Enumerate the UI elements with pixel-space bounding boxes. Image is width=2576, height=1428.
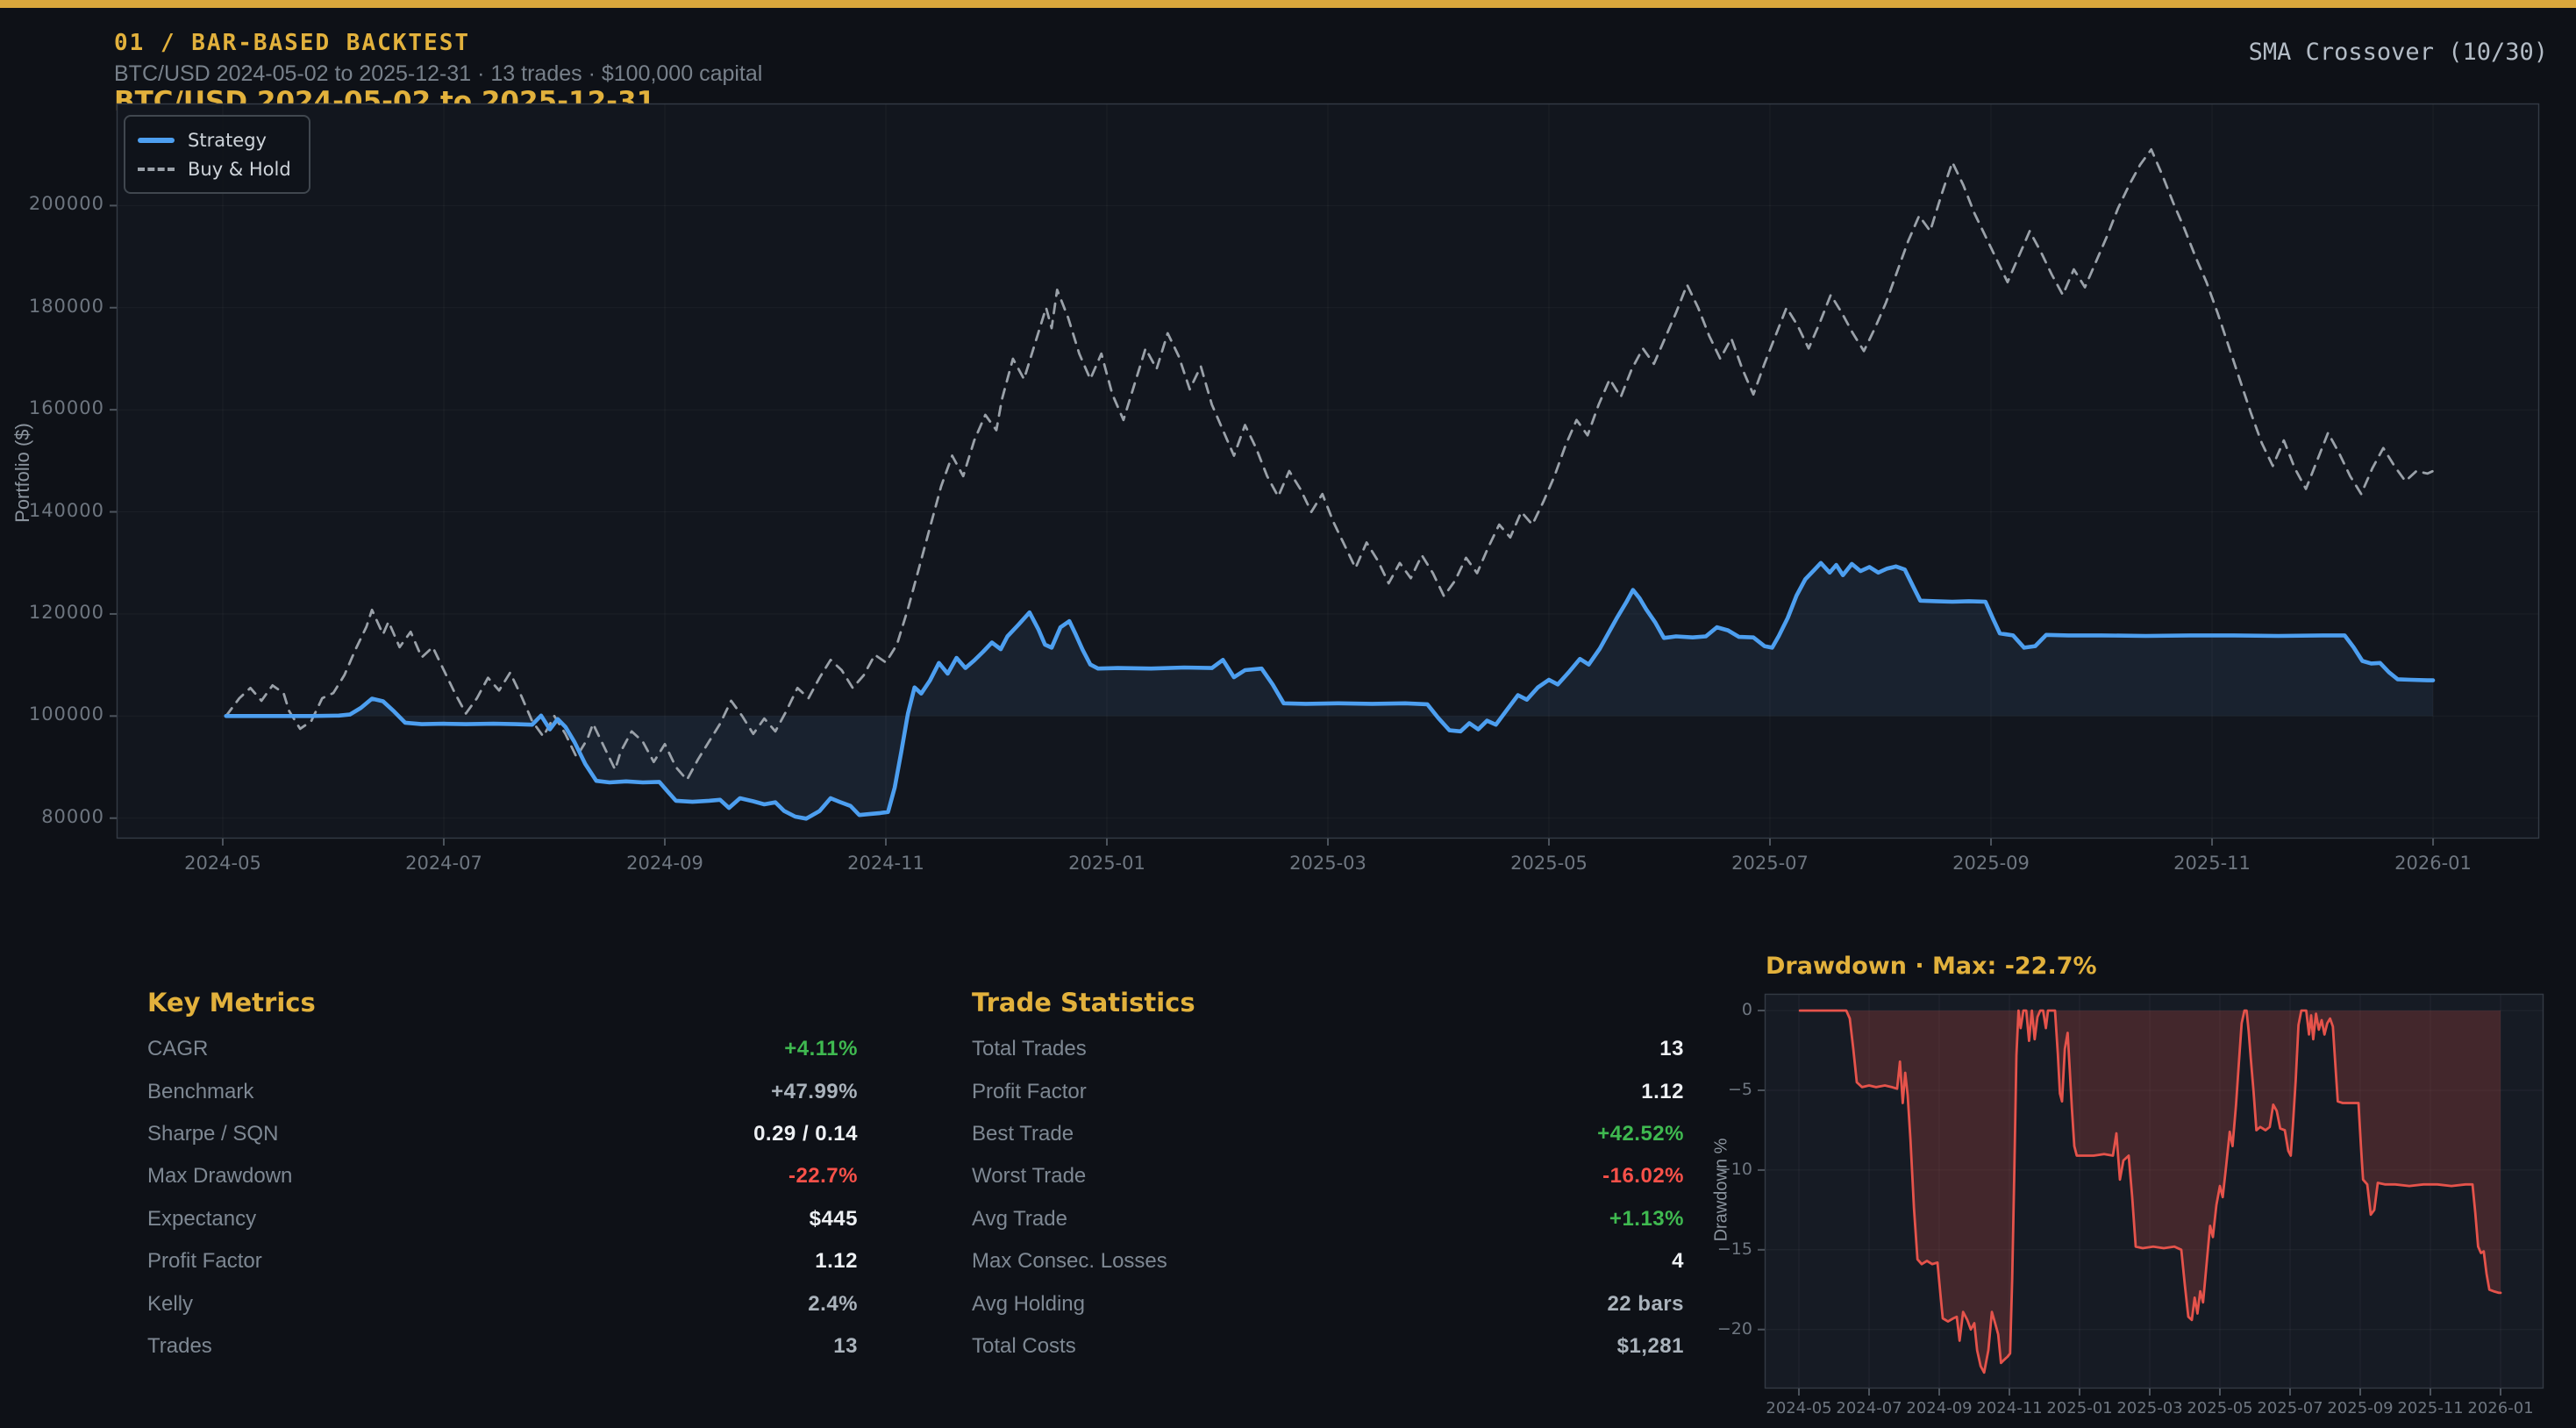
equity-y-tick-label: 100000 <box>8 703 104 725</box>
metric-label: Max Drawdown <box>147 1164 292 1189</box>
metric-row: Avg Holding 22 bars <box>972 1282 1684 1324</box>
buyhold-line-swatch <box>138 168 175 171</box>
metric-value: 4 <box>1672 1249 1684 1274</box>
drawdown-y-tick-label: −10 <box>1691 1160 1752 1179</box>
drawdown-chart-title: Drawdown · Max: -22.7% <box>1766 953 2097 980</box>
drawdown-y-tick-label: −15 <box>1691 1239 1752 1259</box>
equity-x-tick-label: 2024-07 <box>382 853 505 874</box>
metric-value: -16.02% <box>1602 1164 1684 1189</box>
equity-x-tick-label: 2025-03 <box>1267 853 1389 874</box>
metric-row: Profit Factor 1.12 <box>147 1240 858 1282</box>
equity-x-tick-label: 2026-01 <box>2372 853 2494 874</box>
metric-value: +4.11% <box>784 1037 858 1061</box>
metric-value: 13 <box>833 1334 858 1359</box>
metric-value: 22 bars <box>1607 1292 1684 1317</box>
equity-y-tick-label: 160000 <box>8 397 104 418</box>
metric-row: Max Drawdown -22.7% <box>147 1155 858 1197</box>
metric-value: 1.12 <box>1641 1080 1684 1104</box>
metric-row: Total Costs $1,281 <box>972 1325 1684 1367</box>
equity-chart <box>117 104 2539 839</box>
equity-x-tick-label: 2025-09 <box>1930 853 2052 874</box>
metric-label: CAGR <box>147 1037 208 1061</box>
metric-row: CAGR +4.11% <box>147 1028 858 1070</box>
key-metrics-rows: CAGR +4.11% Benchmark +47.99% Sharpe / SQN 0.… <box>147 1028 858 1367</box>
key-metrics-title: Key Metrics <box>147 988 858 1028</box>
backtest-report: 01 / BAR-BASED BACKTEST BTC/USD 2024-05-… <box>0 0 2576 1428</box>
metric-value: $1,281 <box>1617 1334 1684 1359</box>
equity-y-axis-label: Portfolio ($) <box>11 359 34 587</box>
equity-x-tick-label: 2024-09 <box>603 853 726 874</box>
metric-value: $445 <box>810 1207 858 1232</box>
metric-value: 13 <box>1659 1037 1684 1061</box>
metric-label: Trades <box>147 1334 212 1359</box>
metric-value: 0.29 / 0.14 <box>753 1122 858 1146</box>
trade-stats-title: Trade Statistics <box>972 988 1684 1028</box>
equity-x-tick-label: 2024-05 <box>161 853 284 874</box>
equity-y-tick-label: 180000 <box>8 296 104 317</box>
equity-x-tick-label: 2025-11 <box>2151 853 2273 874</box>
drawdown-x-tick-label: 2026-01 <box>2452 1399 2549 1417</box>
metric-value: -22.7% <box>788 1164 858 1189</box>
metric-row: Avg Trade +1.13% <box>972 1198 1684 1240</box>
legend-label: Buy & Hold <box>188 159 291 180</box>
metric-label: Best Trade <box>972 1122 1074 1146</box>
metric-value: +42.52% <box>1597 1122 1684 1146</box>
metric-label: Avg Holding <box>972 1292 1085 1317</box>
trade-stats-panel: Trade Statistics Total Trades 13 Profit Fa… <box>972 988 1684 1367</box>
metric-label: Profit Factor <box>972 1080 1087 1104</box>
report-kicker: 01 / BAR-BASED BACKTEST <box>114 30 470 56</box>
equity-x-tick-label: 2025-05 <box>1488 853 1610 874</box>
report-subtitle: BTC/USD 2024-05-02 to 2025-12-31 · 13 tr… <box>114 61 762 87</box>
drawdown-y-tick-label: 0 <box>1691 1000 1752 1019</box>
metric-row: Trades 13 <box>147 1325 858 1367</box>
metric-value: 2.4% <box>808 1292 858 1317</box>
legend-item-buyhold: Buy & Hold <box>138 154 291 183</box>
metric-row: Max Consec. Losses 4 <box>972 1240 1684 1282</box>
metric-value: +47.99% <box>771 1080 858 1104</box>
equity-x-tick-label: 2024-11 <box>824 853 947 874</box>
drawdown-y-axis-label: Drawdown % <box>1712 1076 1732 1304</box>
metric-row: Expectancy $445 <box>147 1198 858 1240</box>
legend: Strategy Buy & Hold <box>124 115 310 194</box>
metric-label: Expectancy <box>147 1207 256 1232</box>
metric-label: Worst Trade <box>972 1164 1086 1189</box>
metric-value: 1.12 <box>815 1249 858 1274</box>
strategy-line-swatch <box>138 138 175 143</box>
equity-y-tick-label: 140000 <box>8 500 104 521</box>
equity-y-tick-label: 80000 <box>8 806 104 827</box>
equity-y-tick-label: 120000 <box>8 602 104 623</box>
drawdown-y-tick-label: −5 <box>1691 1080 1752 1099</box>
metric-value: +1.13% <box>1609 1207 1684 1232</box>
metric-label: Kelly <box>147 1292 193 1317</box>
equity-x-tick-label: 2025-07 <box>1709 853 1831 874</box>
drawdown-chart <box>1765 994 2544 1389</box>
metric-label: Total Trades <box>972 1037 1087 1061</box>
legend-item-strategy: Strategy <box>138 125 291 154</box>
metric-row: Worst Trade -16.02% <box>972 1155 1684 1197</box>
legend-label: Strategy <box>188 130 267 151</box>
equity-y-tick-label: 200000 <box>8 193 104 214</box>
metric-label: Sharpe / SQN <box>147 1122 278 1146</box>
key-metrics-panel: Key Metrics CAGR +4.11% Benchmark +47.99% Sh… <box>147 988 858 1367</box>
top-accent-bar <box>0 0 2576 8</box>
metric-row: Kelly 2.4% <box>147 1282 858 1324</box>
metric-row: Sharpe / SQN 0.29 / 0.14 <box>147 1113 858 1155</box>
metric-row: Profit Factor 1.12 <box>972 1070 1684 1112</box>
trade-stats-rows: Total Trades 13 Profit Factor 1.12 Best Trad… <box>972 1028 1684 1367</box>
metric-label: Total Costs <box>972 1334 1076 1359</box>
strategy-name-label: SMA Crossover (10/30) <box>2249 39 2548 66</box>
metric-label: Profit Factor <box>147 1249 262 1274</box>
metric-row: Benchmark +47.99% <box>147 1070 858 1112</box>
metric-label: Benchmark <box>147 1080 253 1104</box>
equity-x-tick-label: 2025-01 <box>1045 853 1168 874</box>
drawdown-y-tick-label: −20 <box>1691 1319 1752 1339</box>
metric-label: Avg Trade <box>972 1207 1067 1232</box>
metric-row: Total Trades 13 <box>972 1028 1684 1070</box>
metric-label: Max Consec. Losses <box>972 1249 1167 1274</box>
metric-row: Best Trade +42.52% <box>972 1113 1684 1155</box>
